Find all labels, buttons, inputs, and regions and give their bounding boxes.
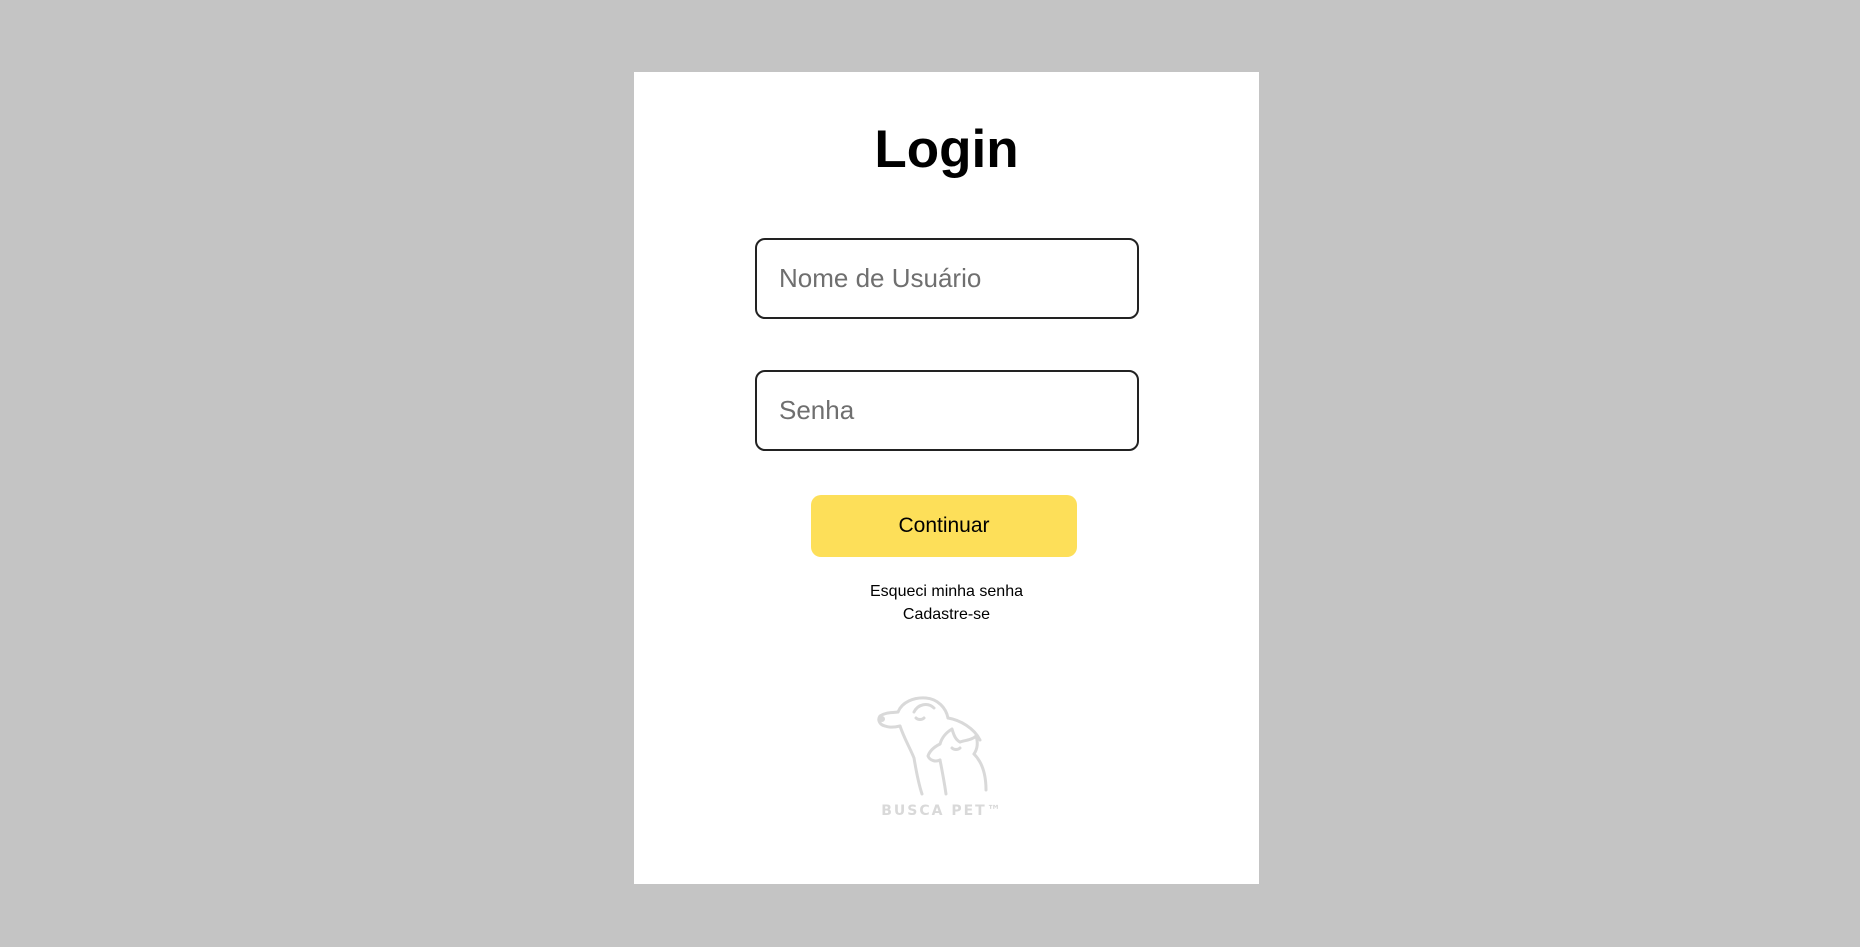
username-input[interactable] [755,238,1139,319]
signup-link[interactable]: Cadastre-se [634,605,1259,625]
busca-pet-logo: BUSCA PET™ [877,696,1002,819]
password-input[interactable] [755,370,1139,451]
page-title: Login [874,120,1019,179]
continue-button[interactable]: Continuar [811,495,1077,557]
forgot-password-link[interactable]: Esqueci minha senha [634,582,1259,602]
login-card: Login Continuar Esqueci minha senha Cada… [634,72,1259,884]
logo-text: BUSCA PET™ [881,803,1002,819]
